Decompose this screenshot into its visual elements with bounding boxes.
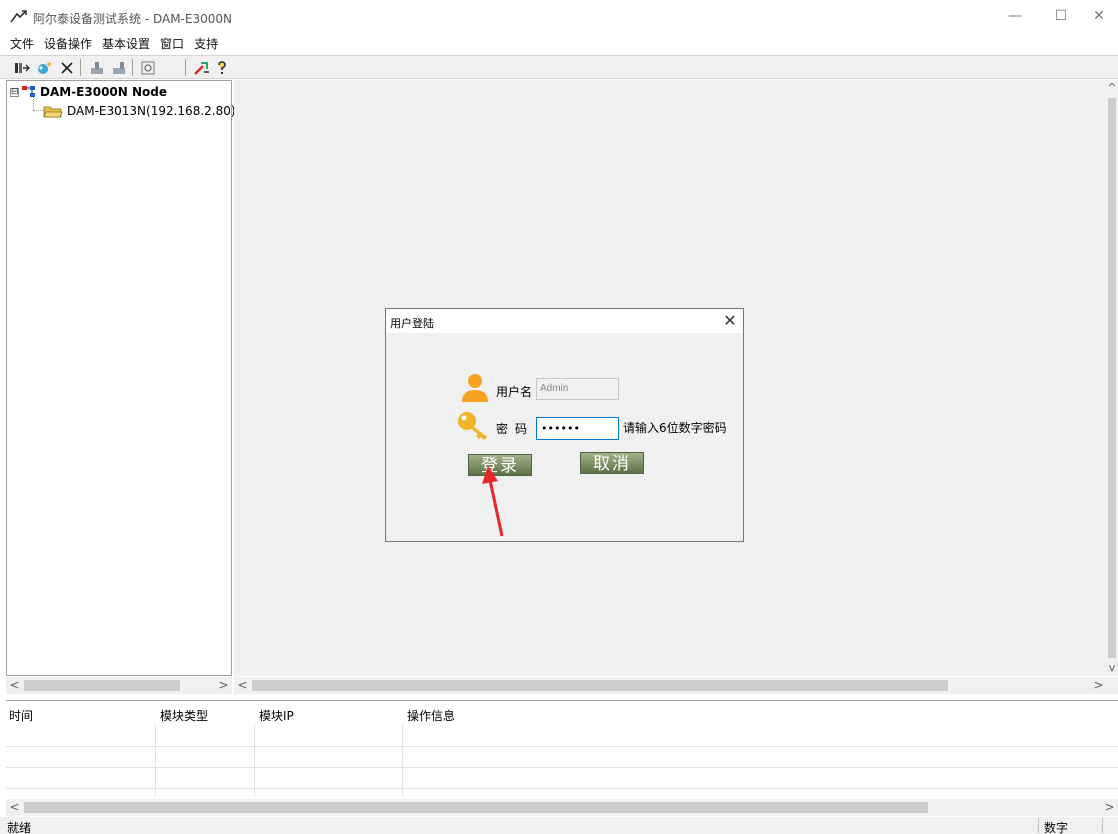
disconnect-icon[interactable] xyxy=(57,58,77,78)
device-tree: ⊟ DAM-E3000N Node DAM-E3013N(192.168.2.8… xyxy=(6,80,236,676)
connect-icon[interactable] xyxy=(12,58,32,78)
column-divider xyxy=(254,724,255,796)
scrollbar-thumb[interactable] xyxy=(1108,98,1116,658)
column-header-module-ip[interactable]: 模块IP xyxy=(259,707,294,724)
status-divider xyxy=(1102,818,1103,833)
scroll-left-icon[interactable]: < xyxy=(6,799,23,816)
collapse-icon[interactable]: ⊟ xyxy=(10,87,19,97)
app-logo-icon xyxy=(10,10,27,23)
tree-connector xyxy=(33,95,34,110)
dialog-title: 用户登陆 xyxy=(390,317,434,330)
scroll-right-icon[interactable]: > xyxy=(1101,799,1118,816)
window-title: 阿尔泰设备测试系统 - DAM-E3000N xyxy=(33,12,232,26)
toolbar-separator xyxy=(132,59,133,76)
column-header-operation-info[interactable]: 操作信息 xyxy=(407,707,455,724)
tree-child-label: DAM-E3013N(192.168.2.80) xyxy=(67,104,236,118)
username-label: 用户名 xyxy=(496,385,533,399)
window-titlebar: 阿尔泰设备测试系统 - DAM-E3000N — ☐ ✕ xyxy=(0,0,1118,32)
menu-support[interactable]: 支持 xyxy=(189,34,223,54)
search-device-icon[interactable] xyxy=(35,58,55,78)
row-divider xyxy=(6,746,1118,747)
dialog-titlebar: 用户登陆 ✕ xyxy=(386,309,743,333)
scroll-up-icon[interactable]: ^ xyxy=(1106,80,1118,96)
log-hscrollbar[interactable]: < > xyxy=(6,799,1118,816)
menu-bar: 文件 设备操作 基本设置 窗口 支持 xyxy=(0,34,1118,54)
scrollbar-thumb[interactable] xyxy=(24,802,928,813)
cancel-button[interactable]: 取消 xyxy=(580,452,644,474)
tree-root-label: DAM-E3000N Node xyxy=(40,85,168,99)
tree-hscrollbar[interactable]: < > xyxy=(6,677,232,694)
log-header: 时间 模块类型 模块IP 操作信息 xyxy=(6,701,1118,723)
dialog-close-button[interactable]: ✕ xyxy=(720,311,740,331)
password-hint: 请输入6位数字密码 xyxy=(623,421,727,435)
toolbar-separator xyxy=(80,59,81,76)
key-icon xyxy=(458,412,487,440)
username-field[interactable]: Admin xyxy=(536,378,619,400)
scrollbar-thumb[interactable] xyxy=(24,680,180,691)
user-icon xyxy=(462,374,488,402)
scroll-left-icon[interactable]: < xyxy=(234,677,251,694)
toolbar xyxy=(0,55,1118,79)
column-header-time[interactable]: 时间 xyxy=(9,707,33,724)
tree-child-node[interactable]: DAM-E3013N(192.168.2.80) xyxy=(43,103,236,119)
scroll-right-icon[interactable]: > xyxy=(1090,677,1107,694)
upload-icon[interactable] xyxy=(87,58,107,78)
status-text: 就绪 xyxy=(7,821,32,834)
numlock-indicator: 数字 xyxy=(1044,821,1069,834)
row-divider xyxy=(6,767,1118,768)
tools-icon[interactable] xyxy=(192,58,212,78)
network-icon xyxy=(22,86,35,97)
scroll-left-icon[interactable]: < xyxy=(6,677,23,694)
menu-basic-settings[interactable]: 基本设置 xyxy=(97,34,155,54)
workspace-hscrollbar[interactable]: < > xyxy=(234,677,1118,694)
operation-log-table: 时间 模块类型 模块IP 操作信息 xyxy=(6,700,1118,796)
menu-window[interactable]: 窗口 xyxy=(155,34,189,54)
column-header-module-type[interactable]: 模块类型 xyxy=(160,707,208,724)
minimize-button[interactable]: — xyxy=(992,0,1038,32)
row-divider xyxy=(6,788,1118,789)
status-divider xyxy=(1038,818,1039,833)
workspace-vscrollbar[interactable]: ^ v xyxy=(1106,80,1118,676)
scroll-right-icon[interactable]: > xyxy=(215,677,232,694)
menu-file[interactable]: 文件 xyxy=(0,34,39,54)
password-label: 密码 xyxy=(496,422,535,436)
column-divider xyxy=(402,724,403,796)
toolbar-separator xyxy=(185,59,186,76)
tree-connector xyxy=(33,110,43,111)
download-icon[interactable] xyxy=(109,58,129,78)
close-window-button[interactable]: ✕ xyxy=(1076,0,1118,32)
folder-icon xyxy=(43,106,63,118)
refresh-icon[interactable] xyxy=(138,58,158,78)
login-dialog: 用户登陆 ✕ 用户名 Admin 密码 •••••• 请输入6位数字密码 登录 … xyxy=(385,308,744,542)
help-icon[interactable] xyxy=(212,58,232,78)
menu-device-operation[interactable]: 设备操作 xyxy=(39,34,97,54)
scrollbar-thumb[interactable] xyxy=(252,680,948,691)
scroll-down-icon[interactable]: v xyxy=(1106,660,1118,676)
column-divider xyxy=(155,724,156,796)
password-field[interactable]: •••••• xyxy=(536,417,619,440)
annotation-arrow-icon xyxy=(482,466,504,537)
status-bar: 就绪 数字 xyxy=(0,817,1118,834)
